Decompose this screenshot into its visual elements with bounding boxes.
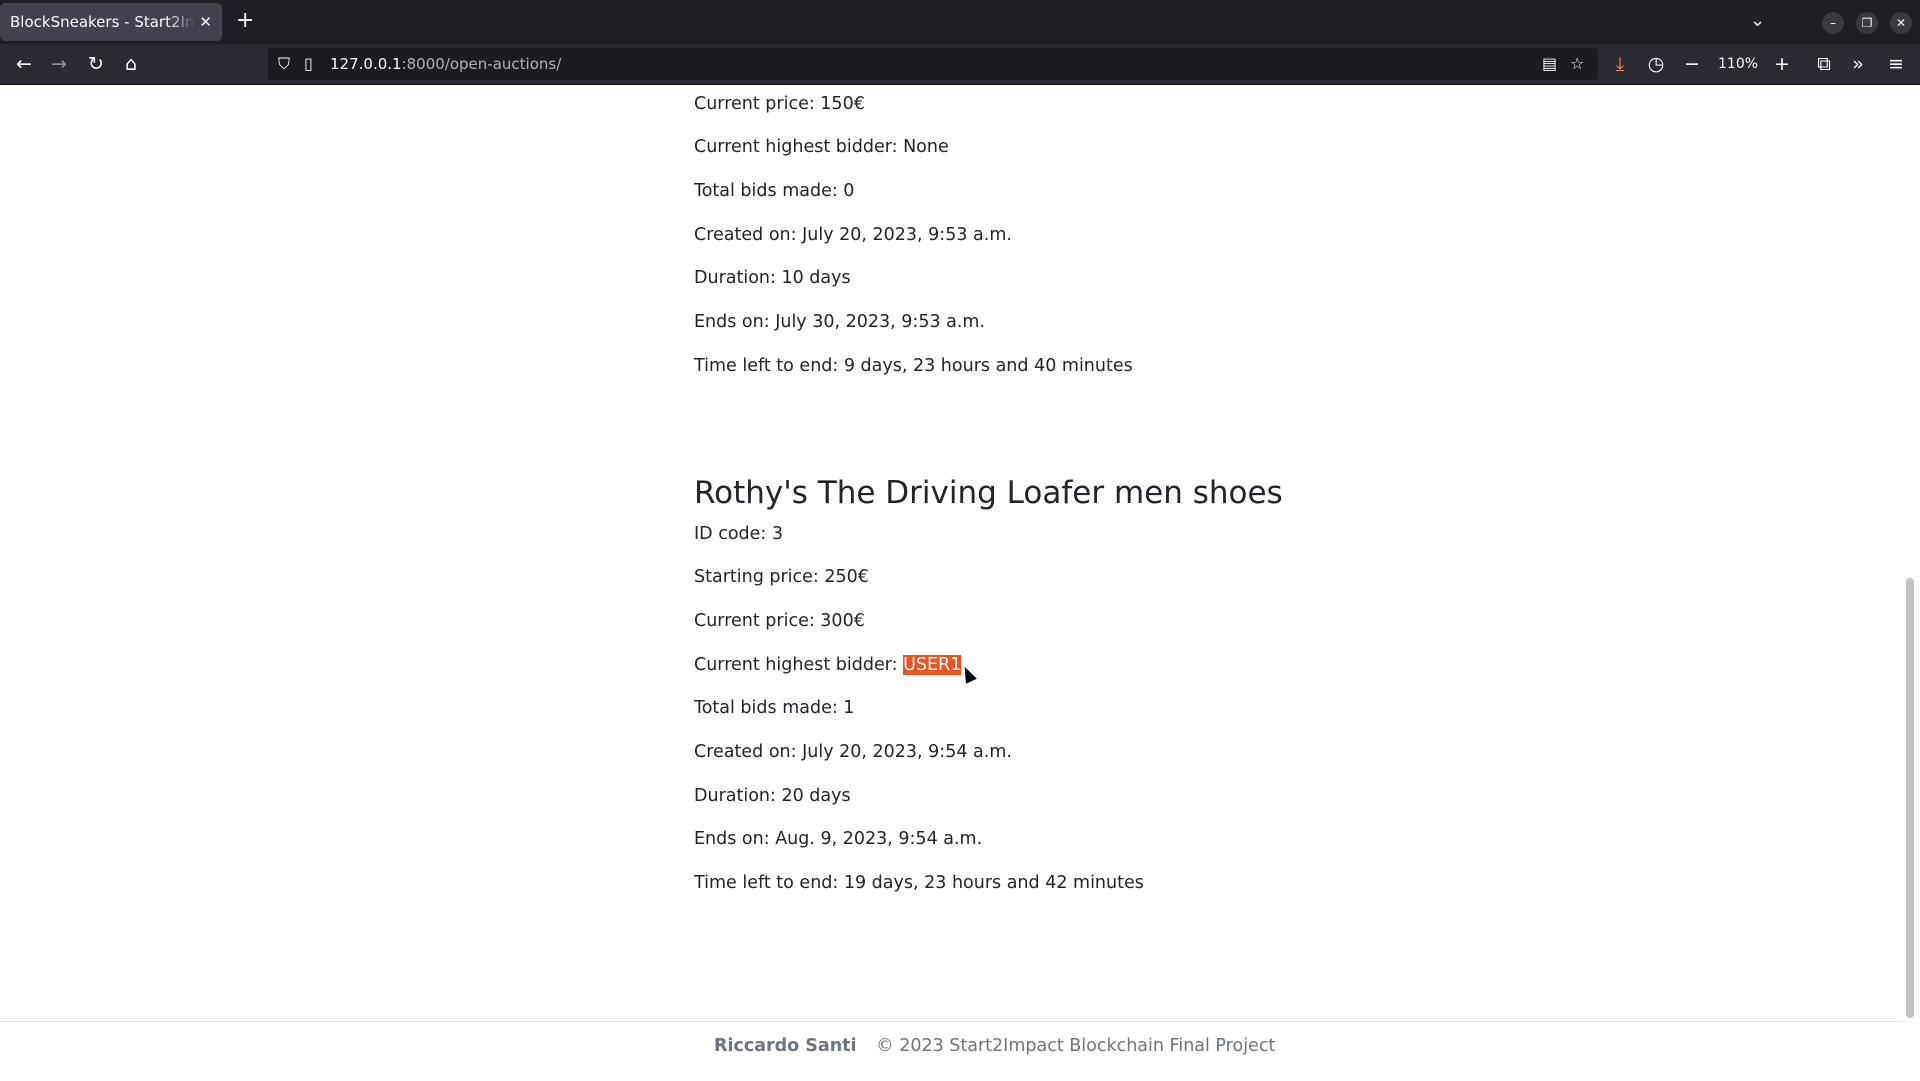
overflow-chevron-icon[interactable]: » <box>1846 52 1870 76</box>
id-code: ID code: 3 <box>694 524 783 544</box>
highest-bidder: Current highest bidder: USER1 <box>694 654 962 676</box>
time-left: Time left to end: 19 days, 23 hours and … <box>694 873 1144 893</box>
forward-arrow-icon[interactable]: → <box>47 52 71 76</box>
auction-title: Rothy's The Driving Loafer men shoes <box>694 475 1283 511</box>
bookmark-star-icon[interactable]: ☆ <box>1570 52 1584 76</box>
footer-author: Riccardo Santi <box>714 1036 857 1056</box>
new-tab-button[interactable]: + <box>236 9 254 33</box>
tab-bar: BlockSneakers - Start2Impact ✕ + ⌄ – ❐ ✕ <box>0 0 1920 44</box>
ends-on: Ends on: July 30, 2023, 9:53 a.m. <box>694 312 986 332</box>
created-on: Created on: July 20, 2023, 9:54 a.m. <box>694 742 1012 762</box>
total-bids: Total bids made: 0 <box>694 181 855 201</box>
footer: Riccardo Santi © 2023 Start2Impact Block… <box>0 1021 1903 1081</box>
zoom-level[interactable]: 110% <box>1718 56 1758 72</box>
page-info-icon[interactable]: ▯ <box>304 52 313 76</box>
window-close-icon[interactable]: ✕ <box>1890 12 1912 34</box>
url-text[interactable]: 127.0.0.1:8000/open-auctions/ <box>330 55 561 73</box>
zoom-out-icon[interactable]: − <box>1680 52 1704 76</box>
ends-on: Ends on: Aug. 9, 2023, 9:54 a.m. <box>694 829 983 849</box>
restore-icon[interactable]: ❐ <box>1856 12 1878 34</box>
duration: Duration: 10 days <box>694 268 851 288</box>
created-on: Created on: July 20, 2023, 9:53 a.m. <box>694 225 1012 245</box>
browser-tab[interactable]: BlockSneakers - Start2Impact ✕ <box>0 3 222 41</box>
footer-copyright: © 2023 Start2Impact Blockchain Final Pro… <box>876 1036 1276 1056</box>
highest-bidder-value-selected[interactable]: USER1 <box>903 655 962 675</box>
highest-bidder-value: None <box>903 137 949 157</box>
reader-view-icon[interactable]: ▤ <box>1542 52 1557 76</box>
duration: Duration: 20 days <box>694 786 851 806</box>
starting-price: Starting price: 250€ <box>694 567 869 587</box>
home-icon[interactable]: ⌂ <box>119 52 143 76</box>
current-price: Current price: 300€ <box>694 611 865 631</box>
highest-bidder-label: Current highest bidder: <box>694 655 904 675</box>
reload-icon[interactable]: ↻ <box>84 52 108 76</box>
url-bar[interactable]: ⛉ ▯ 127.0.0.1:8000/open-auctions/ ▤ ☆ <box>268 48 1598 80</box>
navigation-toolbar: ← → ↻ ⌂ ⛉ ▯ 127.0.0.1:8000/open-auctions… <box>0 44 1920 85</box>
time-left: Time left to end: 9 days, 23 hours and 4… <box>694 356 1133 376</box>
history-icon[interactable]: ◷ <box>1644 52 1668 76</box>
highest-bidder: Current highest bidder: None <box>694 136 949 158</box>
tab-title: BlockSneakers - Start2Impact <box>10 13 196 31</box>
list-all-tabs-icon[interactable]: ⌄ <box>1750 10 1765 31</box>
menu-hamburger-icon[interactable]: ≡ <box>1884 52 1908 76</box>
minimize-icon[interactable]: – <box>1822 12 1844 34</box>
url-host: 127.0.0.1 <box>330 55 402 73</box>
vertical-scrollbar[interactable] <box>1906 578 1914 1018</box>
total-bids: Total bids made: 1 <box>694 698 855 718</box>
shield-icon[interactable]: ⛉ <box>278 52 290 76</box>
extensions-icon[interactable]: ⧉ <box>1812 52 1836 76</box>
current-price: Current price: 150€ <box>694 94 865 114</box>
download-icon[interactable]: ⤓ <box>1608 52 1632 76</box>
url-path: :8000/open-auctions/ <box>401 55 562 73</box>
highest-bidder-label: Current highest bidder: <box>694 137 904 157</box>
footer-content: Riccardo Santi © 2023 Start2Impact Block… <box>714 1036 1275 1056</box>
close-tab-icon[interactable]: ✕ <box>199 13 212 31</box>
zoom-in-icon[interactable]: + <box>1770 52 1794 76</box>
back-arrow-icon[interactable]: ← <box>12 52 36 76</box>
page-viewport: Current price: 150€ Current highest bidd… <box>0 85 1903 1080</box>
